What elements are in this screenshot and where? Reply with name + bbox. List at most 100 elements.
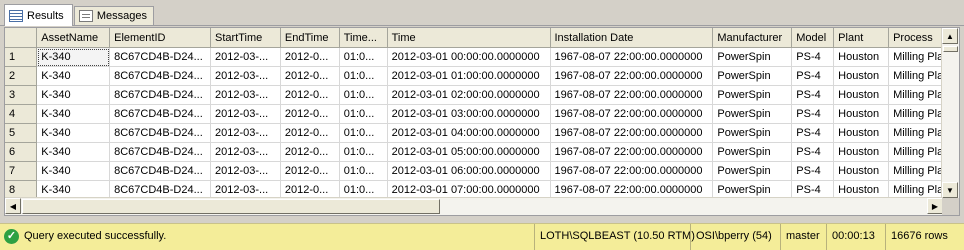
table-cell[interactable]: K-340: [36, 85, 111, 105]
table-cell[interactable]: 01:0...: [339, 47, 388, 67]
table-cell[interactable]: 8C67CD4B-D24...: [109, 47, 212, 67]
table-cell[interactable]: 2012-0...: [280, 123, 340, 143]
table-cell[interactable]: 1967-08-07 22:00:00.0000000: [550, 85, 714, 105]
table-cell[interactable]: 2012-03-01 02:00:00.0000000: [387, 85, 551, 105]
table-cell[interactable]: 8C67CD4B-D24...: [109, 66, 212, 86]
column-header[interactable]: Model: [791, 28, 835, 48]
table-cell[interactable]: PS-4: [791, 142, 835, 162]
table-row[interactable]: 2 K-340 8C67CD4B-D24... 2012-03-... 2012-0..…: [5, 66, 959, 86]
vertical-scroll-thumb[interactable]: [943, 46, 958, 52]
scroll-down-button[interactable]: ▼: [942, 182, 958, 198]
table-cell[interactable]: 2012-03-01 06:00:00.0000000: [387, 161, 551, 181]
table-cell[interactable]: 1967-08-07 22:00:00.0000000: [550, 142, 714, 162]
table-cell[interactable]: 1967-08-07 22:00:00.0000000: [550, 161, 714, 181]
row-number[interactable]: 7: [5, 161, 38, 181]
row-number[interactable]: 3: [5, 85, 38, 105]
scroll-left-button[interactable]: ◀: [5, 198, 21, 214]
table-cell[interactable]: K-340: [36, 161, 111, 181]
table-cell[interactable]: PowerSpin: [712, 161, 793, 181]
table-cell[interactable]: 2012-03-01 03:00:00.0000000: [387, 104, 551, 124]
table-cell[interactable]: Houston: [833, 66, 890, 86]
row-number[interactable]: 1: [5, 47, 38, 67]
table-cell[interactable]: 2012-03-...: [210, 66, 281, 86]
table-cell[interactable]: 1967-08-07 22:00:00.0000000: [550, 66, 714, 86]
column-header[interactable]: ElementID: [109, 28, 212, 48]
scroll-right-button[interactable]: ▶: [927, 198, 943, 214]
tab-results[interactable]: Results: [4, 4, 73, 26]
table-cell[interactable]: PS-4: [791, 47, 835, 67]
column-header[interactable]: Plant: [833, 28, 890, 48]
table-cell[interactable]: 8C67CD4B-D24...: [109, 142, 212, 162]
table-cell[interactable]: 2012-0...: [280, 142, 340, 162]
table-cell[interactable]: PS-4: [791, 123, 835, 143]
table-cell[interactable]: 2012-03-...: [210, 142, 281, 162]
table-cell[interactable]: Houston: [833, 142, 890, 162]
table-cell[interactable]: Houston: [833, 161, 890, 181]
table-cell[interactable]: PowerSpin: [712, 142, 793, 162]
table-row[interactable]: 6 K-340 8C67CD4B-D24... 2012-03-... 2012-0..…: [5, 142, 959, 162]
table-cell[interactable]: PS-4: [791, 104, 835, 124]
table-cell[interactable]: 01:0...: [339, 142, 388, 162]
table-cell[interactable]: PowerSpin: [712, 66, 793, 86]
table-cell[interactable]: PS-4: [791, 66, 835, 86]
table-cell[interactable]: 2012-0...: [280, 104, 340, 124]
column-header[interactable]: Manufacturer: [712, 28, 793, 48]
table-row[interactable]: 4 K-340 8C67CD4B-D24... 2012-03-... 2012-0..…: [5, 104, 959, 124]
table-cell[interactable]: K-340: [36, 142, 111, 162]
table-cell[interactable]: Houston: [833, 85, 890, 105]
table-cell[interactable]: 8C67CD4B-D24...: [109, 123, 212, 143]
table-row[interactable]: 1 K-340 8C67CD4B-D24... 2012-03-... 2012-0..…: [5, 47, 959, 67]
vertical-scrollbar[interactable]: ▲ ▼: [941, 28, 959, 198]
table-cell[interactable]: 2012-03-01 04:00:00.0000000: [387, 123, 551, 143]
table-cell[interactable]: PowerSpin: [712, 104, 793, 124]
table-cell[interactable]: 01:0...: [339, 123, 388, 143]
column-header[interactable]: AssetName: [36, 28, 111, 48]
table-cell[interactable]: 2012-0...: [280, 85, 340, 105]
table-cell[interactable]: 01:0...: [339, 161, 388, 181]
row-number[interactable]: 2: [5, 66, 38, 86]
table-cell[interactable]: Houston: [833, 104, 890, 124]
table-row[interactable]: 3 K-340 8C67CD4B-D24... 2012-03-... 2012-0..…: [5, 85, 959, 105]
table-cell[interactable]: PowerSpin: [712, 85, 793, 105]
column-header[interactable]: EndTime: [280, 28, 340, 48]
select-all-corner[interactable]: [5, 28, 38, 48]
table-cell[interactable]: 2012-03-...: [210, 85, 281, 105]
column-header[interactable]: StartTime: [210, 28, 281, 48]
column-header[interactable]: Installation Date: [550, 28, 714, 48]
table-row[interactable]: 5 K-340 8C67CD4B-D24... 2012-03-... 2012-0..…: [5, 123, 959, 143]
table-cell[interactable]: 8C67CD4B-D24...: [109, 104, 212, 124]
table-cell[interactable]: 2012-03-...: [210, 47, 281, 67]
table-cell[interactable]: PowerSpin: [712, 47, 793, 67]
row-number[interactable]: 5: [5, 123, 38, 143]
table-cell[interactable]: 2012-03-...: [210, 161, 281, 181]
tab-messages[interactable]: Messages: [74, 6, 154, 25]
table-cell[interactable]: 2012-03-01 05:00:00.0000000: [387, 142, 551, 162]
table-cell[interactable]: 2012-0...: [280, 47, 340, 67]
table-cell[interactable]: 01:0...: [339, 85, 388, 105]
horizontal-scroll-thumb[interactable]: [22, 199, 440, 214]
table-cell[interactable]: K-340: [36, 104, 111, 124]
table-cell[interactable]: 2012-0...: [280, 66, 340, 86]
column-header[interactable]: Time...: [339, 28, 388, 48]
table-cell[interactable]: PS-4: [791, 161, 835, 181]
table-cell[interactable]: 2012-03-01 00:00:00.0000000: [387, 47, 551, 67]
row-number[interactable]: 6: [5, 142, 38, 162]
table-cell[interactable]: 1967-08-07 22:00:00.0000000: [550, 104, 714, 124]
table-cell[interactable]: 2012-03-...: [210, 104, 281, 124]
horizontal-scrollbar[interactable]: ◀ ▶: [5, 197, 943, 215]
table-cell[interactable]: 2012-0...: [280, 161, 340, 181]
row-number[interactable]: 4: [5, 104, 38, 124]
table-cell[interactable]: K-340: [36, 66, 111, 86]
table-cell[interactable]: Houston: [833, 47, 890, 67]
results-grid[interactable]: AssetName ElementID StartTime EndTime Ti…: [4, 27, 960, 216]
table-row[interactable]: 7 K-340 8C67CD4B-D24... 2012-03-... 2012-0..…: [5, 161, 959, 181]
table-cell[interactable]: 2012-03-...: [210, 123, 281, 143]
table-cell[interactable]: 01:0...: [339, 66, 388, 86]
table-cell[interactable]: PowerSpin: [712, 123, 793, 143]
table-cell[interactable]: PS-4: [791, 85, 835, 105]
table-cell[interactable]: K-340: [36, 123, 111, 143]
scroll-up-button[interactable]: ▲: [942, 28, 958, 44]
table-cell[interactable]: 01:0...: [339, 104, 388, 124]
table-cell[interactable]: 8C67CD4B-D24...: [109, 161, 212, 181]
table-cell[interactable]: 2012-03-01 01:00:00.0000000: [387, 66, 551, 86]
